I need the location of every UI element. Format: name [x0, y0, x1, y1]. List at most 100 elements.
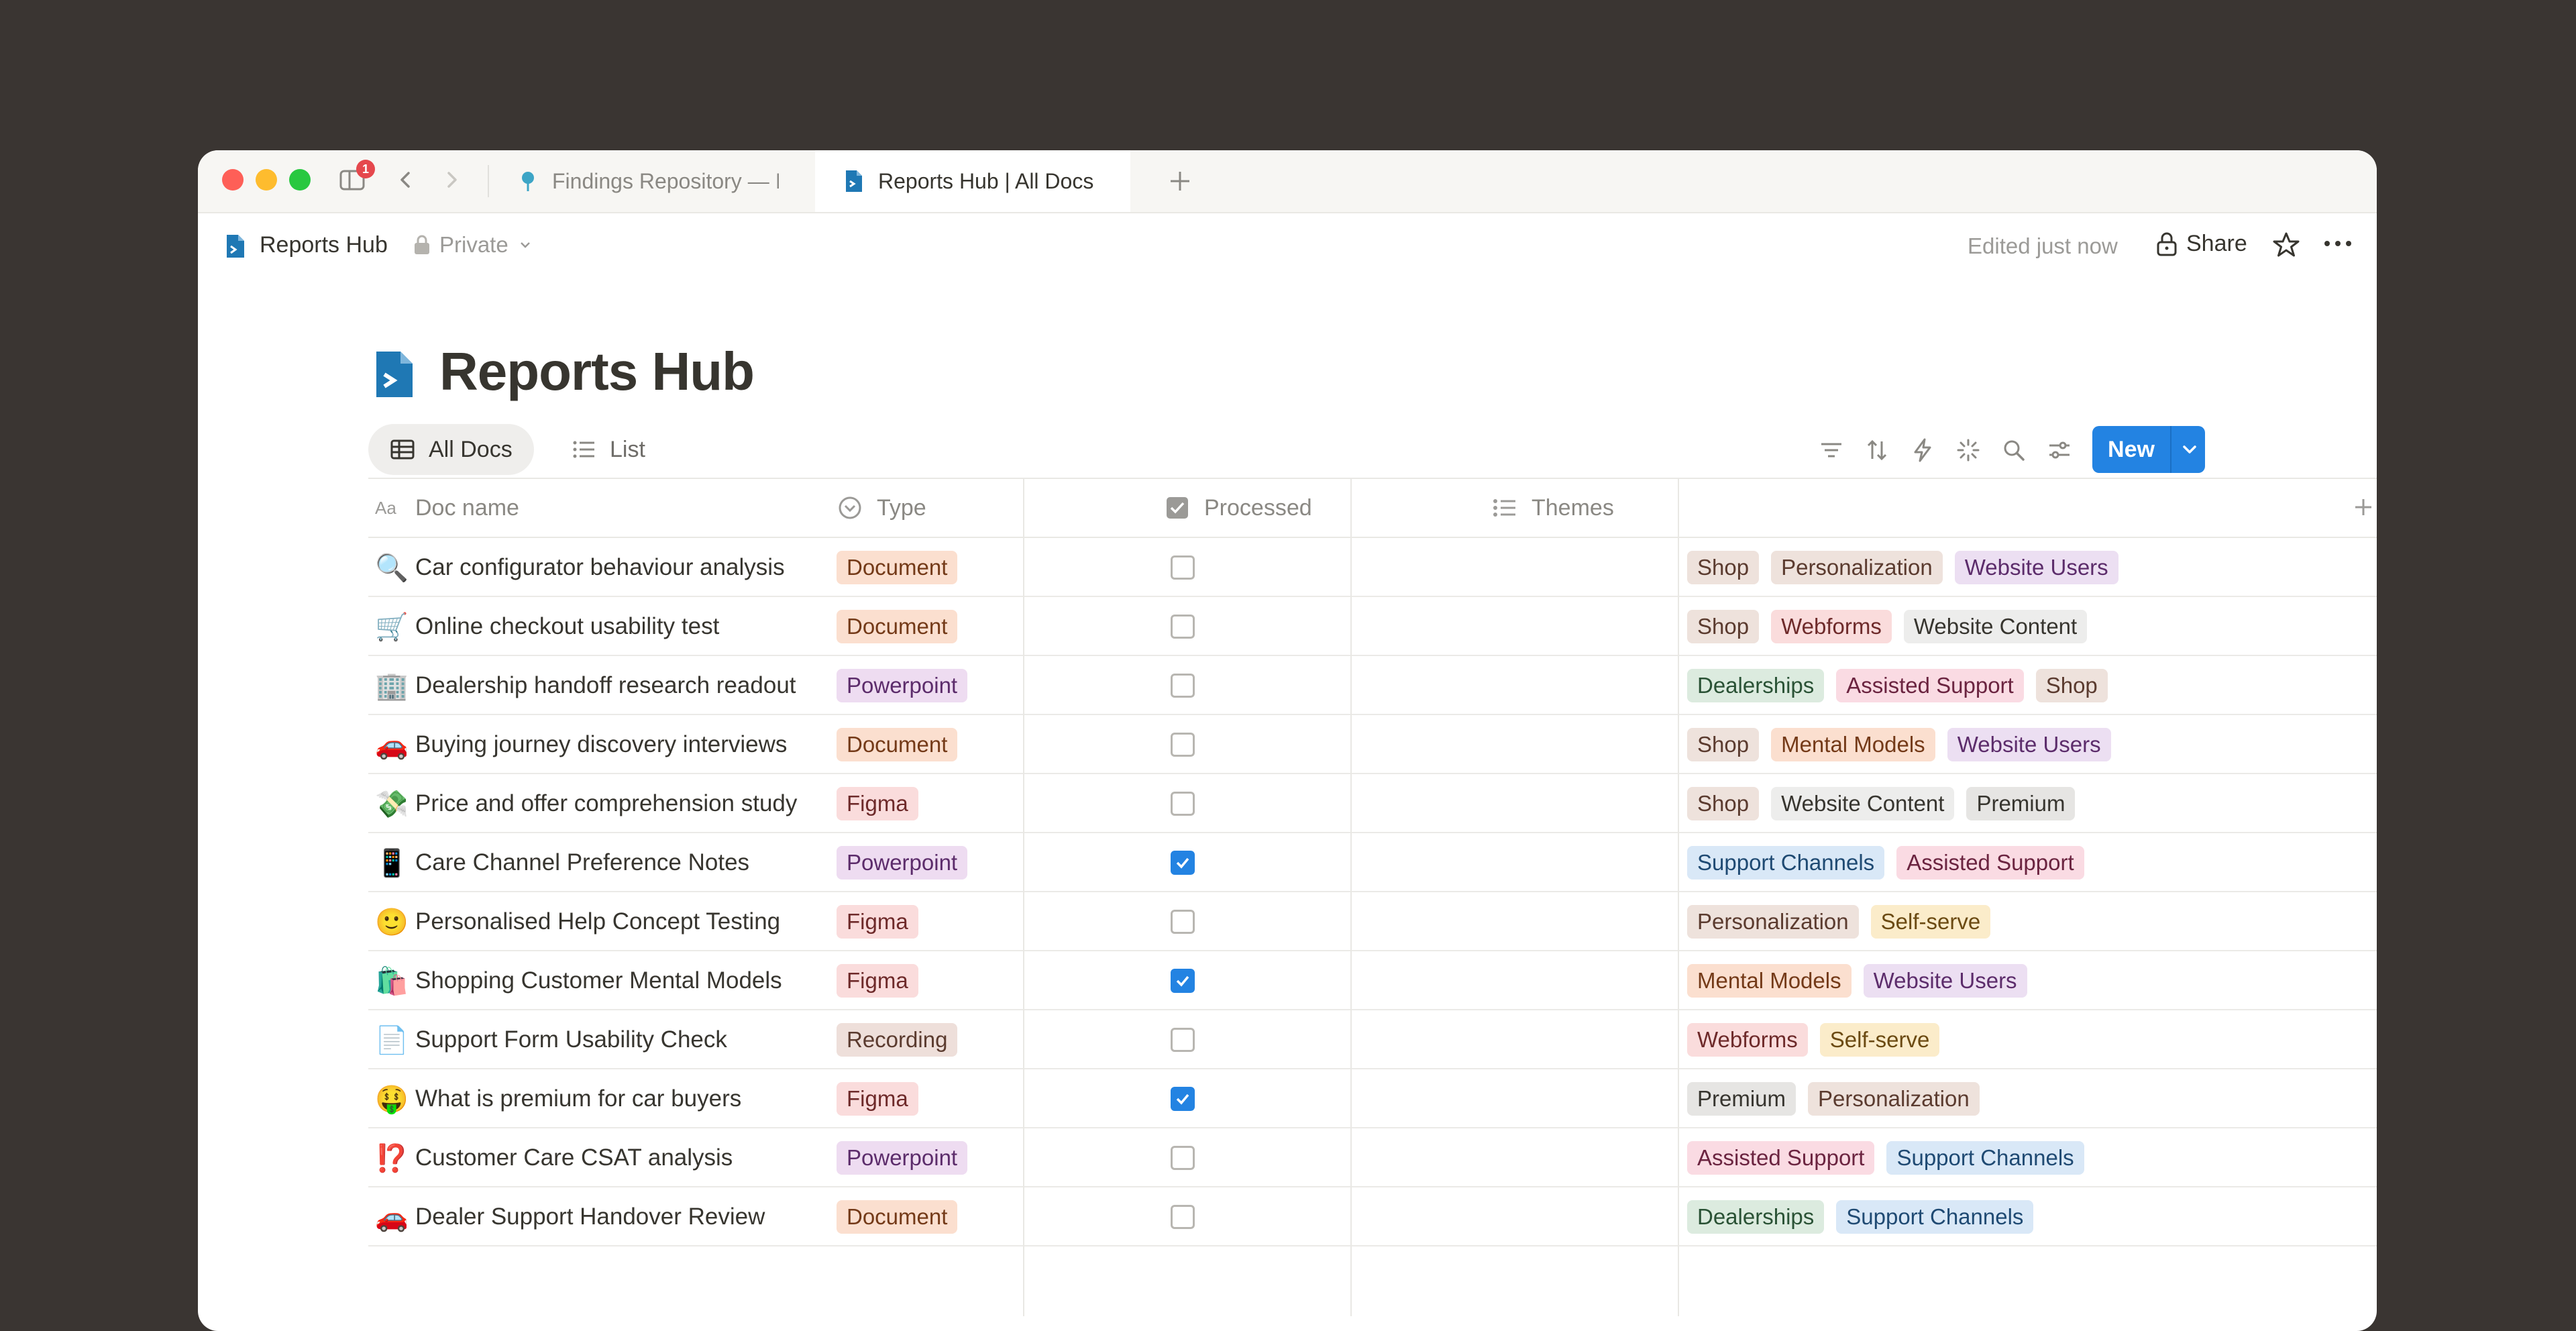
type-cell[interactable]: Document [837, 715, 969, 774]
doc-name-cell[interactable]: 🚗 Buying journey discovery interviews [375, 715, 787, 774]
table-row[interactable]: 📱 Care Channel Preference Notes Powerpoint… [368, 833, 2377, 892]
type-cell[interactable]: Document [837, 538, 969, 597]
doc-name[interactable]: Customer Care CSAT analysis [415, 1144, 733, 1171]
doc-name-cell[interactable]: ⁉️ Customer Care CSAT analysis [375, 1128, 733, 1187]
page-doc-icon[interactable] [374, 350, 415, 398]
share-button[interactable]: Share [2155, 231, 2247, 257]
doc-name-cell[interactable]: 💸 Price and offer comprehension study [375, 774, 797, 833]
type-cell[interactable]: Powerpoint [837, 833, 979, 892]
type-cell[interactable]: Powerpoint [837, 1128, 979, 1187]
doc-name-cell[interactable]: 📄 Support Form Usability Check [375, 1010, 727, 1069]
view-tab-list[interactable]: List [549, 424, 667, 475]
zoom-window-button[interactable] [289, 169, 311, 191]
page-title[interactable]: Reports Hub [439, 341, 755, 403]
add-property-plus-icon[interactable] [2351, 495, 2375, 519]
table-row[interactable]: 📄 Support Form Usability Check Recording We… [368, 1010, 2377, 1069]
column-header-processed[interactable]: Processed [1164, 479, 1312, 537]
tab-reports-hub[interactable]: Reports Hub | All Docs [815, 150, 1130, 212]
processed-checkbox[interactable] [1171, 1146, 1195, 1170]
doc-name-cell[interactable]: 🚗 Dealer Support Handover Review [375, 1187, 765, 1246]
type-cell[interactable]: Figma [837, 1069, 930, 1128]
doc-name[interactable]: What is premium for car buyers [415, 1085, 741, 1112]
doc-name[interactable]: Shopping Customer Mental Models [415, 967, 782, 994]
type-cell[interactable]: Document [837, 1187, 969, 1246]
table-row[interactable]: 🛒 Online checkout usability test Document S… [368, 597, 2377, 656]
breadcrumb[interactable]: Reports Hub [260, 232, 388, 258]
themes-cell[interactable]: Shop Website Content Premium [1687, 774, 2087, 833]
doc-name-cell[interactable]: 🔍 Car configurator behaviour analysis [375, 538, 785, 597]
processed-checkbox[interactable] [1171, 674, 1195, 698]
table-row[interactable]: ⁉️ Customer Care CSAT analysis Powerpoint A… [368, 1128, 2377, 1187]
table-row[interactable]: 🚗 Dealer Support Handover Review Document D… [368, 1187, 2377, 1246]
processed-checkbox[interactable] [1171, 792, 1195, 816]
themes-cell[interactable]: Webforms Self-serve [1687, 1010, 1951, 1069]
close-window-button[interactable] [222, 169, 244, 191]
filter-icon[interactable] [1819, 437, 1844, 463]
automation-bolt-icon[interactable] [1910, 437, 1935, 463]
chevron-down-icon[interactable] [2180, 439, 2200, 460]
doc-name-cell[interactable]: 🛒 Online checkout usability test [375, 597, 719, 656]
processed-checkbox[interactable] [1171, 1087, 1195, 1111]
themes-cell[interactable]: Assisted Support Support Channels [1687, 1128, 2096, 1187]
search-icon[interactable] [2001, 437, 2027, 463]
more-options-icon[interactable] [2322, 233, 2354, 254]
privacy-dropdown[interactable]: Private [413, 232, 533, 258]
settings-sliders-icon[interactable] [2047, 437, 2072, 463]
column-header-type[interactable]: Type [837, 479, 926, 537]
doc-name[interactable]: Care Channel Preference Notes [415, 849, 749, 876]
forward-arrow-icon[interactable] [439, 168, 464, 192]
back-arrow-icon[interactable] [394, 168, 418, 192]
doc-name[interactable]: Online checkout usability test [415, 613, 719, 640]
doc-name[interactable]: Price and offer comprehension study [415, 790, 797, 817]
doc-name[interactable]: Dealership handoff research readout [415, 672, 796, 699]
processed-checkbox[interactable] [1171, 851, 1195, 875]
column-header-themes[interactable]: Themes [1491, 479, 1614, 537]
table-row[interactable]: 🔍 Car configurator behaviour analysis Docu… [368, 538, 2377, 597]
themes-cell[interactable]: Mental Models Website Users [1687, 951, 2039, 1010]
themes-cell[interactable]: Shop Mental Models Website Users [1687, 715, 2123, 774]
new-button[interactable]: New [2092, 426, 2205, 473]
themes-cell[interactable]: Premium Personalization [1687, 1069, 1992, 1128]
sort-icon[interactable] [1864, 437, 1890, 463]
doc-name[interactable]: Personalised Help Concept Testing [415, 908, 780, 935]
themes-cell[interactable]: Shop Webforms Website Content [1687, 597, 2099, 656]
processed-checkbox[interactable] [1171, 733, 1195, 757]
doc-name-cell[interactable]: 🛍️ Shopping Customer Mental Models [375, 951, 782, 1010]
view-tab-all-docs[interactable]: All Docs [368, 424, 534, 475]
column-header-doc-name[interactable]: Aa Doc name [375, 479, 519, 537]
doc-name[interactable]: Dealer Support Handover Review [415, 1204, 765, 1230]
star-icon[interactable] [2272, 231, 2300, 259]
tab-findings-repository[interactable]: Findings Repository — I [489, 150, 779, 212]
doc-name-cell[interactable]: 🤑 What is premium for car buyers [375, 1069, 741, 1128]
processed-checkbox[interactable] [1171, 1205, 1195, 1229]
type-cell[interactable]: Figma [837, 892, 930, 951]
themes-cell[interactable]: Shop Personalization Website Users [1687, 538, 2131, 597]
themes-cell[interactable]: Personalization Self-serve [1687, 892, 2002, 951]
themes-cell[interactable]: Support Channels Assisted Support [1687, 833, 2096, 892]
table-row[interactable]: 🙂 Personalised Help Concept Testing Figma P… [368, 892, 2377, 951]
minimize-window-button[interactable] [256, 169, 277, 191]
processed-checkbox[interactable] [1171, 969, 1195, 993]
processed-checkbox[interactable] [1171, 910, 1195, 934]
type-cell[interactable]: Figma [837, 951, 930, 1010]
doc-name[interactable]: Buying journey discovery interviews [415, 731, 787, 758]
new-tab-plus-icon[interactable] [1164, 165, 1196, 197]
doc-name-cell[interactable]: 🏢 Dealership handoff research readout [375, 656, 796, 715]
doc-name-cell[interactable]: 📱 Care Channel Preference Notes [375, 833, 749, 892]
table-row[interactable]: 🚗 Buying journey discovery interviews Docu… [368, 715, 2377, 774]
type-cell[interactable]: Recording [837, 1010, 969, 1069]
processed-checkbox[interactable] [1171, 1028, 1195, 1052]
processed-checkbox[interactable] [1171, 555, 1195, 580]
ai-sparkle-icon[interactable] [1955, 437, 1981, 463]
table-row[interactable]: 💸 Price and offer comprehension study Figm… [368, 774, 2377, 833]
table-row[interactable]: 🏢 Dealership handoff research readout Powe… [368, 656, 2377, 715]
themes-cell[interactable]: Dealerships Support Channels [1687, 1187, 2045, 1246]
doc-name[interactable]: Support Form Usability Check [415, 1026, 727, 1053]
table-row[interactable]: 🛍️ Shopping Customer Mental Models Figma Me… [368, 951, 2377, 1010]
doc-name[interactable]: Car configurator behaviour analysis [415, 554, 785, 581]
type-cell[interactable]: Figma [837, 774, 930, 833]
themes-cell[interactable]: Dealerships Assisted Support Shop [1687, 656, 2120, 715]
type-cell[interactable]: Document [837, 597, 969, 656]
type-cell[interactable]: Powerpoint [837, 656, 979, 715]
processed-checkbox[interactable] [1171, 615, 1195, 639]
